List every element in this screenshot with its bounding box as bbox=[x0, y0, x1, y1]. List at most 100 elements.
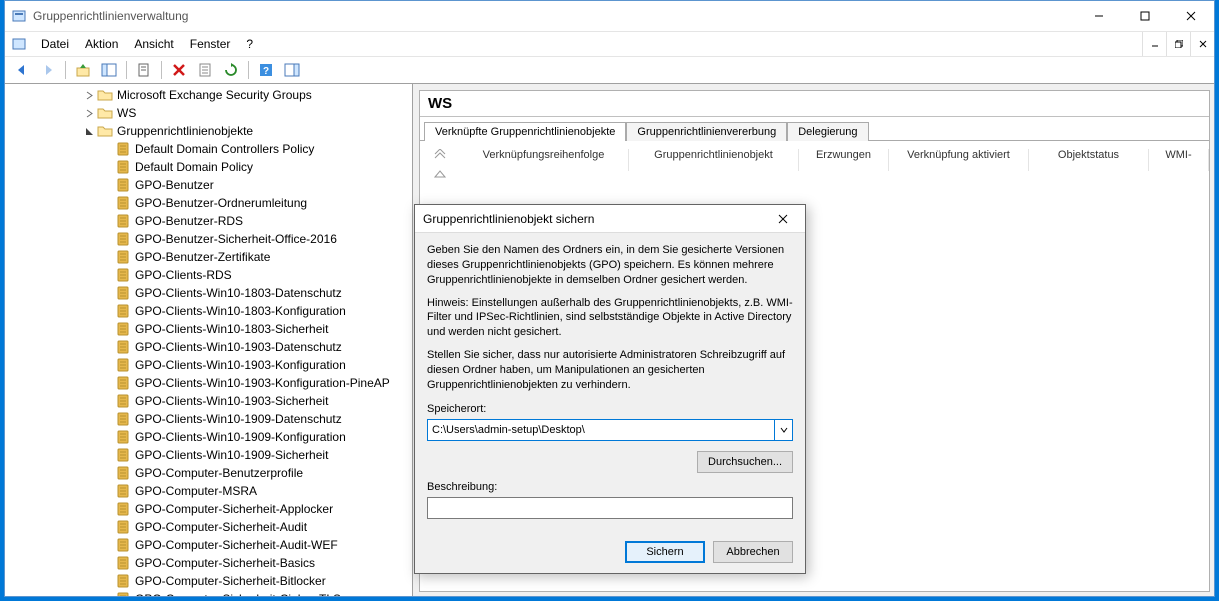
tree-node-gpo[interactable]: GPO-Clients-RDS bbox=[9, 266, 412, 284]
action-pane-button[interactable] bbox=[281, 59, 303, 81]
tree-pane[interactable]: Microsoft Exchange Security Groups WS Grup… bbox=[5, 84, 413, 596]
browse-button[interactable]: Durchsuchen... bbox=[697, 451, 793, 473]
tree-node-gpo[interactable]: GPO-Clients-Win10-1803-Sicherheit bbox=[9, 320, 412, 338]
expand-toggle-icon[interactable] bbox=[81, 91, 97, 100]
tree-node[interactable]: Microsoft Exchange Security Groups bbox=[9, 86, 412, 104]
tree-node-gpo[interactable]: GPO-Clients-Win10-1903-Konfiguration bbox=[9, 356, 412, 374]
tree-node-gpo[interactable]: GPO-Computer-Sicherheit-Audit bbox=[9, 518, 412, 536]
gpo-icon bbox=[115, 213, 131, 229]
tree-node-label: Gruppenrichtlinienobjekte bbox=[117, 124, 253, 138]
tree-node-gpo[interactable]: GPO-Benutzer-Zertifikate bbox=[9, 248, 412, 266]
tab[interactable]: Delegierung bbox=[787, 122, 868, 141]
up-button[interactable] bbox=[72, 59, 94, 81]
app-icon bbox=[11, 8, 27, 24]
tree-node-label: GPO-Benutzer-Ordnerumleitung bbox=[135, 196, 307, 210]
tree-node-gpo[interactable]: GPO-Clients-Win10-1903-Konfiguration-Pin… bbox=[9, 374, 412, 392]
menu-bar-row: DateiAktionAnsichtFenster? bbox=[5, 31, 1214, 56]
child-close-button[interactable] bbox=[1190, 32, 1214, 56]
move-up-button[interactable] bbox=[431, 167, 449, 181]
tree-node-gpo[interactable]: GPO-Clients-Win10-1909-Datenschutz bbox=[9, 410, 412, 428]
window-title: Gruppenrichtlinienverwaltung bbox=[33, 9, 1076, 23]
location-input[interactable] bbox=[427, 419, 775, 441]
tree-node-label: GPO-Clients-Win10-1903-Konfiguration bbox=[135, 358, 346, 372]
gpo-icon bbox=[115, 303, 131, 319]
show-hide-tree-button[interactable] bbox=[98, 59, 120, 81]
tree-node-gpo[interactable]: GPO-Clients-Win10-1903-Datenschutz bbox=[9, 338, 412, 356]
tab[interactable]: Verknüpfte Gruppenrichtlinienobjekte bbox=[424, 122, 626, 141]
menu-item[interactable]: Datei bbox=[33, 32, 77, 56]
column-header[interactable]: Gruppenrichtlinienobjekt bbox=[629, 149, 799, 171]
tree-node-gpo[interactable]: GPO-Clients-Win10-1909-Sicherheit bbox=[9, 446, 412, 464]
tab[interactable]: Gruppenrichtlinienvererbung bbox=[626, 122, 787, 141]
tree-node-gpo[interactable]: GPO-Benutzer bbox=[9, 176, 412, 194]
child-restore-button[interactable] bbox=[1166, 32, 1190, 56]
refresh-button[interactable] bbox=[220, 59, 242, 81]
tree-node-gpo[interactable]: GPO-Clients-Win10-1803-Datenschutz bbox=[9, 284, 412, 302]
maximize-button[interactable] bbox=[1122, 1, 1168, 31]
gpo-icon bbox=[115, 267, 131, 283]
menu-item[interactable]: Ansicht bbox=[126, 32, 181, 56]
backup-button[interactable]: Sichern bbox=[625, 541, 705, 563]
tree-node-label: GPO-Clients-Win10-1803-Datenschutz bbox=[135, 286, 342, 300]
move-top-button[interactable] bbox=[431, 147, 449, 161]
menu-item[interactable]: Aktion bbox=[77, 32, 126, 56]
expand-toggle-icon[interactable] bbox=[81, 109, 97, 118]
chevron-down-icon[interactable] bbox=[775, 419, 793, 441]
tree-node-gpo[interactable]: GPO-Clients-Win10-1803-Konfiguration bbox=[9, 302, 412, 320]
description-input[interactable] bbox=[427, 497, 793, 519]
gpo-icon bbox=[115, 591, 131, 596]
tree-node-gpo[interactable]: GPO-Computer-Sicherheit-Cipher-TLS bbox=[9, 590, 412, 596]
tree-node-label: Microsoft Exchange Security Groups bbox=[117, 88, 312, 102]
column-header[interactable]: WMI- bbox=[1149, 149, 1209, 171]
tree-node-gpo[interactable]: GPO-Clients-Win10-1903-Sicherheit bbox=[9, 392, 412, 410]
tab-strip: Verknüpfte GruppenrichtlinienobjekteGrup… bbox=[420, 117, 1209, 141]
cancel-button[interactable]: Abbrechen bbox=[713, 541, 793, 563]
child-window-icon bbox=[11, 36, 27, 52]
tree-node-label: Default Domain Policy bbox=[135, 160, 253, 174]
tree-node-gpo[interactable]: GPO-Computer-Sicherheit-Bitlocker bbox=[9, 572, 412, 590]
toolbar: ? bbox=[5, 56, 1214, 84]
tree-node-label: GPO-Clients-Win10-1803-Sicherheit bbox=[135, 322, 328, 336]
close-button[interactable] bbox=[1168, 1, 1214, 31]
folder-icon bbox=[97, 87, 113, 103]
column-header[interactable]: Erzwungen bbox=[799, 149, 889, 171]
tree-node-gpo[interactable]: GPO-Computer-Sicherheit-Applocker bbox=[9, 500, 412, 518]
dialog-paragraph-2: Hinweis: Einstellungen außerhalb des Gru… bbox=[427, 296, 793, 341]
gpo-icon bbox=[115, 429, 131, 445]
dialog-paragraph-1: Geben Sie den Namen des Ordners ein, in … bbox=[427, 243, 793, 288]
expand-toggle-icon[interactable] bbox=[81, 127, 97, 136]
dialog-title: Gruppenrichtlinienobjekt sichern bbox=[423, 212, 769, 226]
forward-button[interactable] bbox=[37, 59, 59, 81]
tree-node-label: Default Domain Controllers Policy bbox=[135, 142, 314, 156]
gpo-icon bbox=[115, 519, 131, 535]
tree-node-gpo[interactable]: GPO-Benutzer-Ordnerumleitung bbox=[9, 194, 412, 212]
column-header[interactable]: Verknüpfung aktiviert bbox=[889, 149, 1029, 171]
gpo-icon bbox=[115, 195, 131, 211]
back-button[interactable] bbox=[11, 59, 33, 81]
location-combo[interactable] bbox=[427, 419, 793, 441]
tree-node-gpo[interactable]: GPO-Computer-MSRA bbox=[9, 482, 412, 500]
tree-node[interactable]: Gruppenrichtlinienobjekte bbox=[9, 122, 412, 140]
column-header[interactable]: Objektstatus bbox=[1029, 149, 1149, 171]
tree-node-label: GPO-Computer-Sicherheit-Basics bbox=[135, 556, 315, 570]
tree-node-gpo[interactable]: GPO-Computer-Sicherheit-Audit-WEF bbox=[9, 536, 412, 554]
tree-node-gpo[interactable]: GPO-Clients-Win10-1909-Konfiguration bbox=[9, 428, 412, 446]
menu-item[interactable]: Fenster bbox=[182, 32, 239, 56]
title-bar: Gruppenrichtlinienverwaltung bbox=[5, 1, 1214, 31]
delete-button[interactable] bbox=[168, 59, 190, 81]
tree-node-gpo[interactable]: GPO-Computer-Sicherheit-Basics bbox=[9, 554, 412, 572]
dialog-close-button[interactable] bbox=[769, 205, 797, 233]
tree-node-gpo[interactable]: GPO-Benutzer-Sicherheit-Office-2016 bbox=[9, 230, 412, 248]
child-minimize-button[interactable] bbox=[1142, 32, 1166, 56]
tree-node-gpo[interactable]: GPO-Benutzer-RDS bbox=[9, 212, 412, 230]
tree-node-gpo[interactable]: GPO-Computer-Benutzerprofile bbox=[9, 464, 412, 482]
help-button[interactable]: ? bbox=[255, 59, 277, 81]
minimize-button[interactable] bbox=[1076, 1, 1122, 31]
menu-item[interactable]: ? bbox=[238, 32, 261, 56]
tree-node-gpo[interactable]: Default Domain Policy bbox=[9, 158, 412, 176]
column-header[interactable]: Verknüpfungsreihenfolge bbox=[459, 149, 629, 171]
copy-button[interactable] bbox=[133, 59, 155, 81]
tree-node-gpo[interactable]: Default Domain Controllers Policy bbox=[9, 140, 412, 158]
properties-button[interactable] bbox=[194, 59, 216, 81]
tree-node[interactable]: WS bbox=[9, 104, 412, 122]
